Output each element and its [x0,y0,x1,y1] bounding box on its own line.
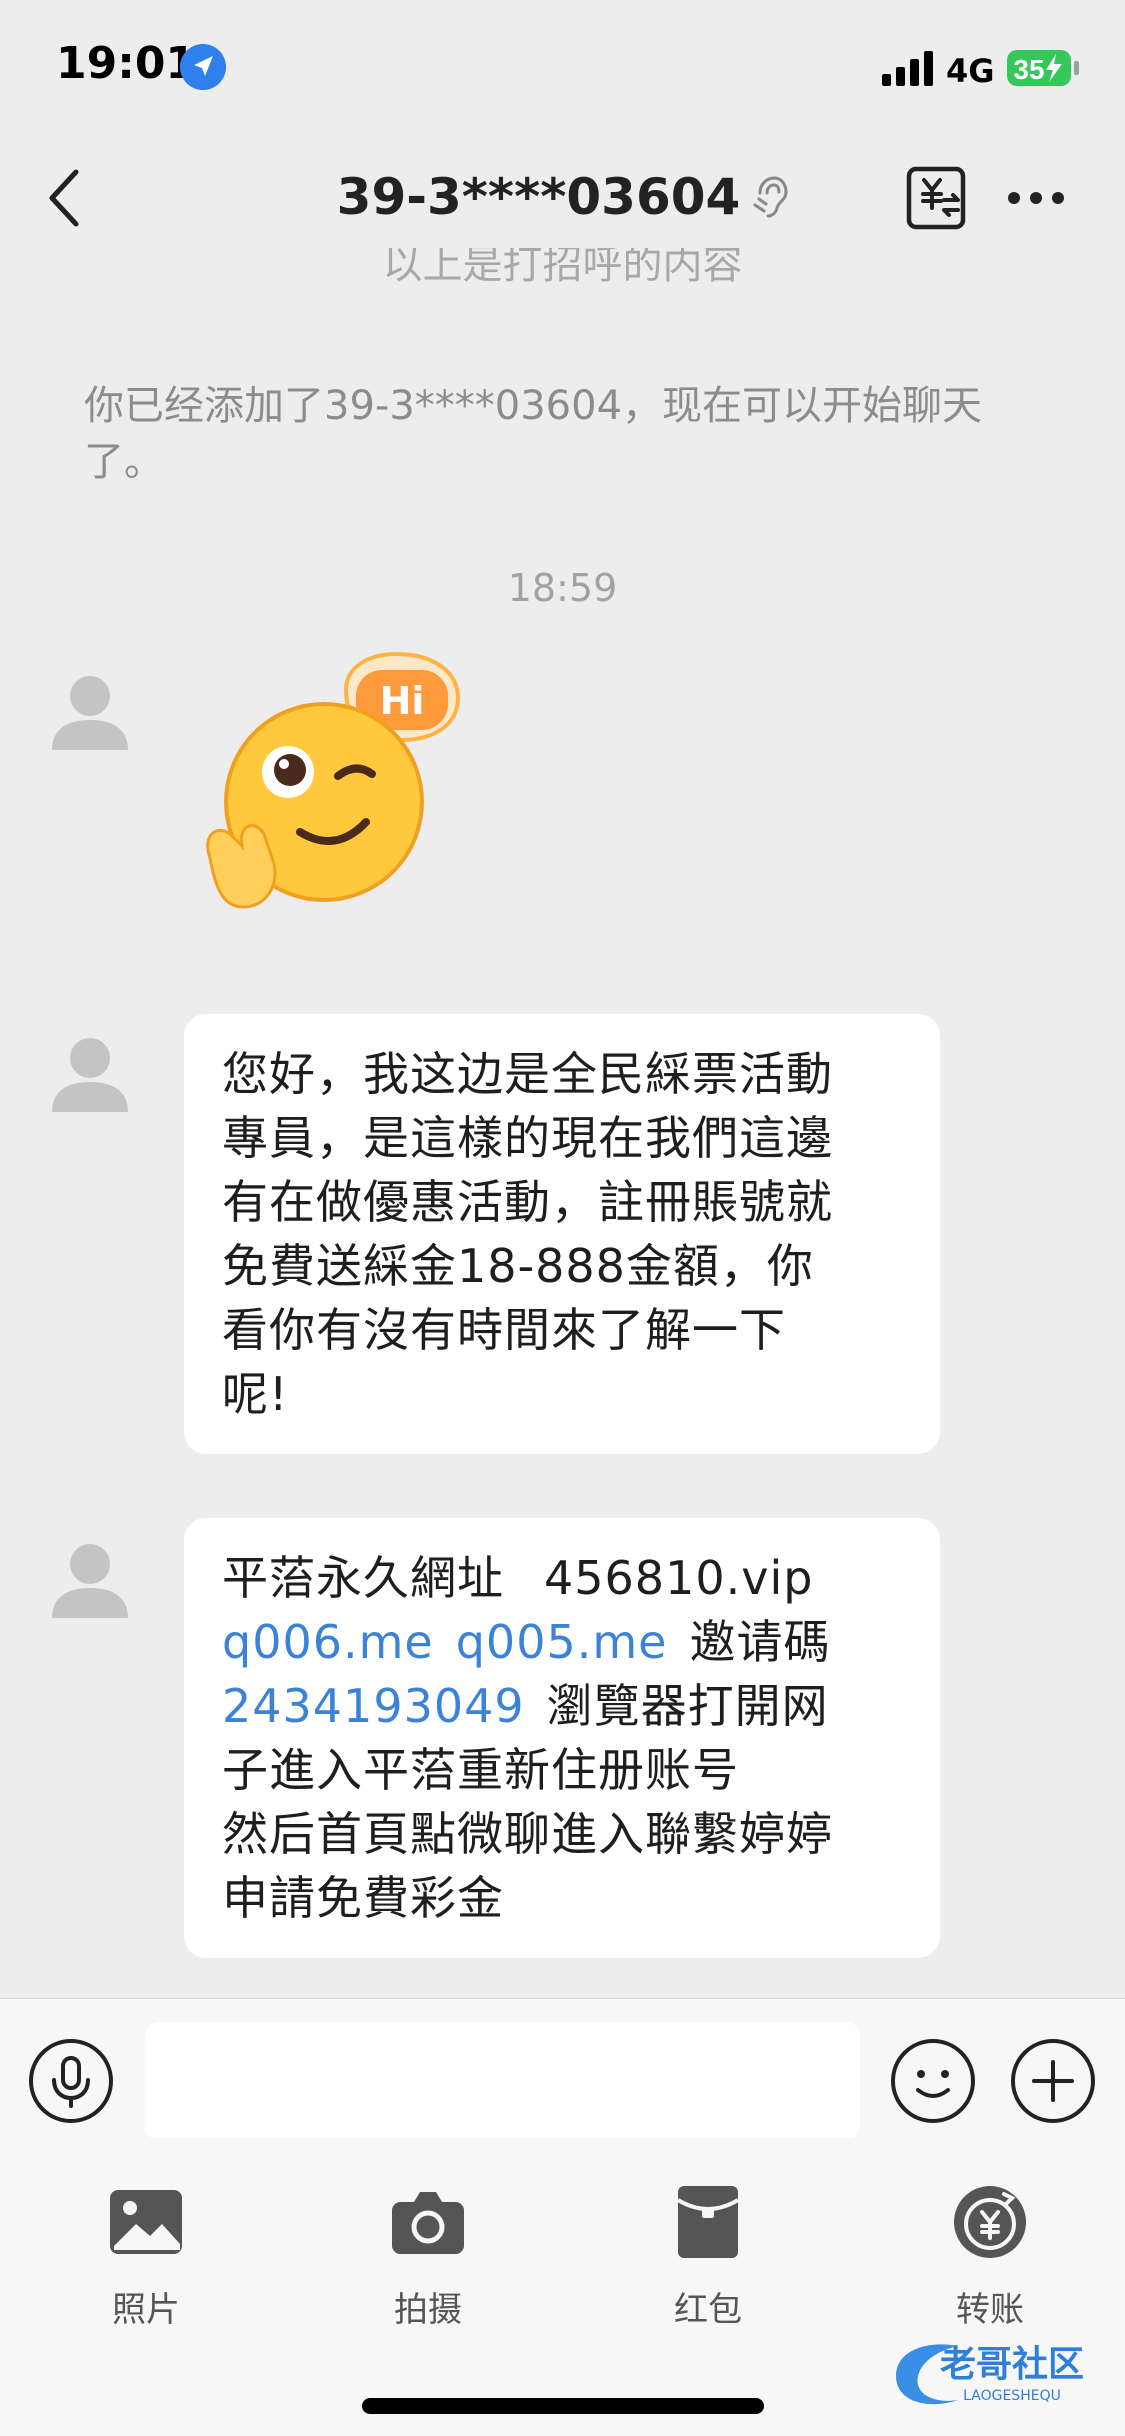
message-input[interactable] [145,2022,860,2140]
url-link[interactable]: q005.me [456,1615,668,1669]
message-line: 有在做優惠活動，註冊賬號就 [222,1175,833,1229]
red-packet-label: 红包 [674,2290,742,2330]
photos-button[interactable]: 照片 [56,2184,236,2331]
home-indicator [362,2398,764,2414]
chat-title: 39-3****03604 [336,168,741,226]
message-bubble[interactable]: 您好，我这边是全民綵票活動 專員，是這樣的現在我們這邊 有在做優惠活動，註冊賬號… [184,1014,940,1454]
url-link[interactable]: q006.me [222,1615,434,1669]
system-note: 你已经添加了39-3****03604，现在可以开始聊天了。 [84,383,983,485]
svg-text:LAOGESHEQU: LAOGESHEQU [963,2388,1061,2404]
network-type: 4G [946,52,995,90]
message-line: 2434193049 瀏覽器打開网 [222,1679,829,1733]
more-dots-icon[interactable] [1006,178,1066,218]
plus-icon[interactable] [1010,2038,1096,2124]
status-time: 19:01 [56,38,197,89]
svg-text:老哥社区: 老哥社区 [940,2344,1084,2385]
transfer-icon [954,2186,1026,2258]
message-timestamp: 18:59 [507,566,618,610]
red-packet-icon [676,2186,740,2258]
message-line: q006.me q005.me 邀请碼 [222,1615,831,1669]
avatar[interactable] [50,1034,130,1114]
message-line: 然后首頁點微聊進入聯繫婷婷 [222,1807,833,1861]
message-line: 免費送綵金18-888金額，你 [222,1239,814,1293]
camera-icon [392,2192,464,2254]
smiley-icon[interactable] [890,2038,976,2124]
photo-icon [110,2190,182,2254]
avatar[interactable] [50,672,130,752]
signal-bars-icon [882,51,933,86]
avatar[interactable] [50,1540,130,1620]
hi-wink-emoji-sticker[interactable]: Hi [196,650,476,930]
camera-button[interactable]: 拍摄 [338,2184,518,2331]
message-line: 專員，是這樣的現在我們這邊 [222,1111,833,1165]
watermark-logo: 老哥社区 LAOGESHEQU [896,2344,1084,2405]
svg-text:Hi: Hi [380,679,425,723]
battery-charging-icon: 35 [1007,50,1079,86]
clipped-greeting-text: 以上是打招呼的内容 [382,248,743,288]
message-line: 申請免費彩金 [222,1871,504,1925]
message-line: 看你有沒有時間來了解一下 [222,1303,786,1357]
camera-label: 拍摄 [394,2290,462,2330]
phone-number-link[interactable]: 2434193049 [222,1679,525,1733]
message-bubble[interactable]: 平菭永久網址 456810.vip q006.me q005.me 邀请碼 24341… [184,1518,940,1958]
location-arrow-icon [180,44,226,90]
transfer-button[interactable]: 转账 [900,2184,1080,2331]
yuan-transfer-icon[interactable] [906,166,966,230]
message-line: 您好，我这边是全民綵票活動 [222,1047,833,1101]
photos-label: 照片 [112,2290,180,2330]
microphone-icon[interactable] [28,2038,114,2124]
message-line: 子進入平菭重新住册账号 [222,1743,739,1797]
message-line: 呢! [222,1367,289,1421]
red-packet-button[interactable]: 红包 [618,2184,798,2331]
battery-level: 35 [1013,54,1044,85]
transfer-label: 转账 [956,2290,1024,2330]
ear-icon [753,176,788,218]
message-line: 平菭永久網址 456810.vip [222,1551,814,1605]
